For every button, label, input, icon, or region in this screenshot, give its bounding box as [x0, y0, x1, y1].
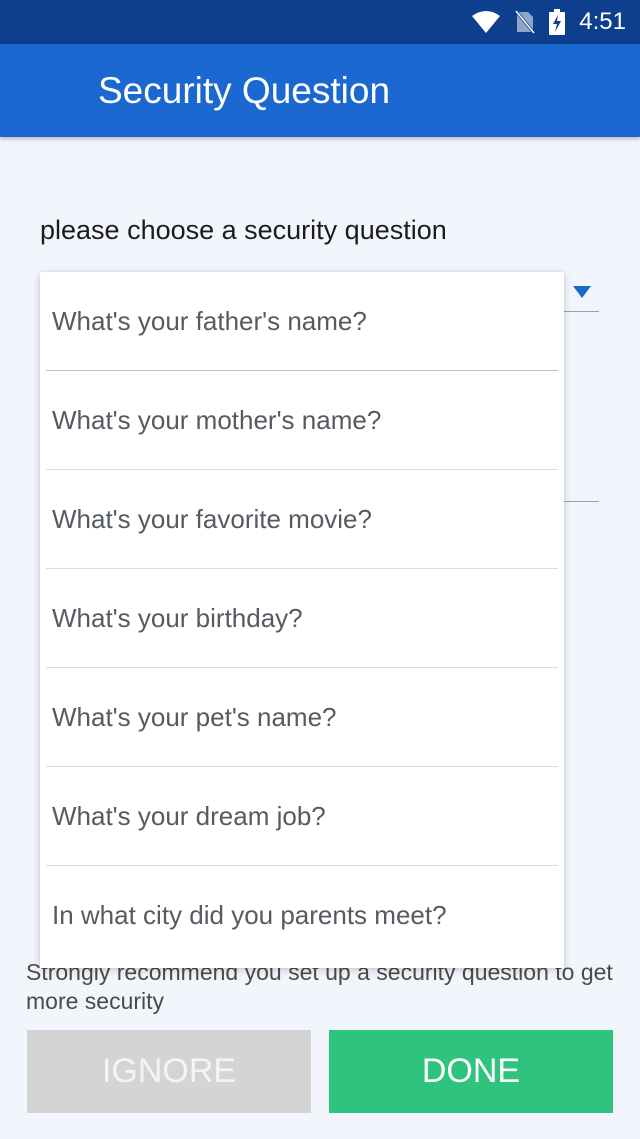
dropdown-option[interactable]: What's your pet's name? [40, 668, 564, 767]
dropdown-option[interactable]: What's your dream job? [40, 767, 564, 866]
done-button[interactable]: DONE [329, 1030, 613, 1113]
page-title: Security Question [98, 70, 391, 111]
dropdown-option[interactable]: What's your birthday? [40, 569, 564, 668]
security-question-prompt: please choose a security question [40, 215, 447, 245]
dropdown-option[interactable]: What's your father's name? [40, 272, 564, 371]
status-icons: 4:51 [471, 0, 626, 44]
dropdown-option[interactable]: In what city did you parents meet? [40, 866, 564, 965]
dropdown-option[interactable]: What's your mother's name? [40, 371, 564, 470]
status-time: 4:51 [579, 8, 626, 35]
app-bar: Security Question [0, 44, 640, 137]
no-sim-icon [515, 10, 536, 34]
question-spinner-underline [564, 311, 599, 312]
dropdown-option[interactable]: What's your favorite movie? [40, 470, 564, 569]
wifi-icon [471, 10, 501, 34]
dropdown-arrow-icon[interactable] [571, 284, 593, 305]
battery-charging-icon [549, 9, 566, 35]
security-question-dropdown: What's your father's name? What's your m… [40, 272, 564, 968]
answer-field-underline [564, 501, 599, 502]
ignore-button[interactable]: IGNORE [27, 1030, 311, 1113]
status-bar: 4:51 [0, 0, 640, 44]
